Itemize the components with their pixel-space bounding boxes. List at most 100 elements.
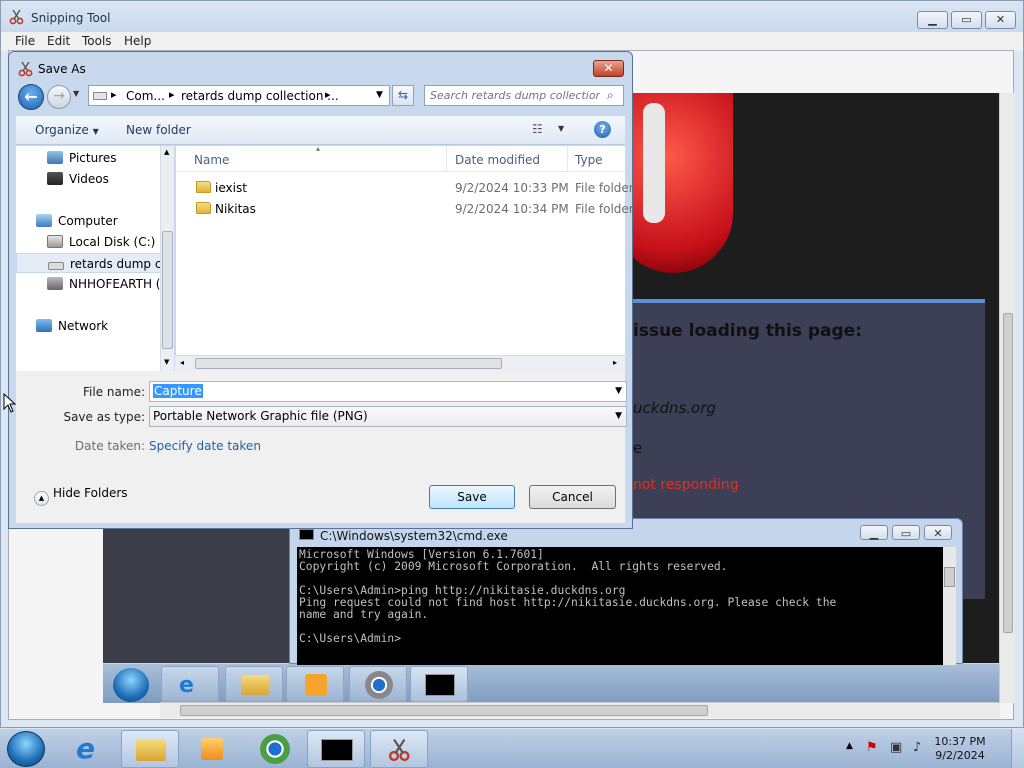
nav-item-nhhofearth[interactable]: NHHOFEARTH (I: [16, 274, 166, 294]
file-name-value: Capture: [153, 384, 203, 398]
cmd-window[interactable]: C:\Windows\system32\cmd.exe ▁ ▭ ✕ Micros…: [289, 518, 963, 665]
videos-icon: [47, 172, 63, 185]
column-type[interactable]: Type: [575, 153, 603, 167]
nav-label: Network: [58, 319, 109, 333]
system-clock[interactable]: 10:37 PM 9/2/2024: [930, 735, 990, 763]
file-row[interactable]: iexist 9/2/2024 10:33 PM File folder: [176, 178, 634, 198]
save-as-type-select[interactable]: Portable Network Graphic file (PNG) ▼: [149, 406, 627, 427]
breadcrumb-folder[interactable]: retards dump collection ...: [181, 89, 339, 103]
nav-label: Pictures: [69, 151, 117, 165]
local-disk-icon: [47, 235, 63, 248]
back-button[interactable]: ←: [18, 84, 44, 110]
specify-date-taken-link[interactable]: Specify date taken: [149, 439, 261, 453]
file-list-hscroll-thumb[interactable]: [195, 358, 502, 369]
snipping-tool-titlebar[interactable]: Snipping Tool ▁ ▭ ✕: [1, 1, 1023, 33]
chevron-down-icon: ▼: [615, 411, 622, 421]
maximize-icon: ▭: [961, 13, 972, 26]
maximize-button[interactable]: ▭: [951, 11, 982, 29]
snip-hscroll-thumb[interactable]: [180, 705, 708, 716]
nav-item-local-disk[interactable]: Local Disk (C:): [16, 232, 166, 252]
snip-vscroll-thumb[interactable]: [1003, 313, 1013, 633]
file-name-label: File name:: [83, 385, 145, 399]
menu-tools[interactable]: Tools: [82, 34, 112, 48]
nav-item-network[interactable]: Network: [16, 316, 166, 336]
save-button[interactable]: Save: [429, 485, 515, 509]
view-chevron-down-icon[interactable]: ▼: [558, 124, 564, 133]
cancel-button[interactable]: Cancel: [529, 485, 616, 509]
nav-item-retards-dump-collection[interactable]: retards dump collection: [16, 253, 167, 273]
maximize-icon: ▭: [900, 527, 912, 540]
recent-locations-chevron-icon[interactable]: ▼: [73, 89, 79, 98]
breadcrumb-separator-icon: ▸: [325, 88, 331, 101]
taskbar-cmd[interactable]: [307, 730, 365, 768]
cmd-close-button[interactable]: ✕: [924, 525, 952, 540]
show-hidden-icons-chevron-icon[interactable]: ▲: [846, 741, 853, 751]
minimize-button[interactable]: ▁: [917, 11, 948, 29]
breadcrumb-separator-icon: ▸: [111, 88, 117, 101]
snip-vertical-scrollbar[interactable]: [999, 93, 1015, 703]
file-row[interactable]: Nikitas 9/2/2024 10:34 PM File folder: [176, 199, 634, 219]
cmd-minimize-button[interactable]: ▁: [860, 525, 888, 540]
breadcrumb-computer[interactable]: Com...: [126, 89, 165, 103]
menu-file[interactable]: File: [15, 34, 35, 48]
address-dropdown-icon[interactable]: ▼: [376, 90, 383, 100]
column-name[interactable]: Name: [194, 153, 229, 167]
captured-start-orb-icon: [113, 668, 149, 702]
clock-time: 10:37 PM: [934, 735, 986, 748]
nav-scroll-thumb[interactable]: [162, 231, 173, 349]
computer-icon: [36, 214, 52, 227]
forward-button[interactable]: →: [47, 85, 71, 109]
taskbar-media-player[interactable]: [183, 730, 241, 768]
view-options-icon[interactable]: ☷: [532, 122, 543, 136]
start-button[interactable]: [7, 731, 45, 767]
search-box[interactable]: ⌕: [424, 85, 624, 106]
cmd-scrollbar[interactable]: [943, 547, 956, 665]
save-as-close-button[interactable]: ✕: [593, 60, 624, 77]
scroll-down-icon[interactable]: ▼: [164, 358, 169, 366]
drive-icon: [48, 262, 64, 270]
scissors-icon: [9, 9, 25, 25]
cmd-maximize-button[interactable]: ▭: [892, 525, 920, 540]
network-status-icon[interactable]: ▣: [890, 740, 902, 755]
file-list-horizontal-scrollbar[interactable]: ◂ ▸: [175, 355, 625, 371]
close-button[interactable]: ✕: [985, 11, 1016, 29]
scroll-left-icon[interactable]: ◂: [180, 358, 184, 367]
folder-icon: [196, 180, 217, 194]
column-date-modified[interactable]: Date modified: [455, 153, 540, 167]
action-center-flag-icon[interactable]: ⚑: [866, 740, 878, 755]
nav-label: Computer: [58, 214, 118, 228]
nav-item-videos[interactable]: Videos: [16, 169, 166, 189]
cmd-title: C:\Windows\system32\cmd.exe: [320, 529, 508, 543]
save-as-type-value: Portable Network Graphic file (PNG): [153, 409, 368, 423]
taskbar-snipping-tool[interactable]: [370, 730, 428, 768]
cmd-scroll-thumb[interactable]: [944, 567, 955, 587]
back-arrow-icon: ←: [24, 87, 38, 106]
show-desktop-button[interactable]: [1011, 729, 1024, 768]
file-name-field[interactable]: Capture ▼: [149, 381, 627, 402]
address-bar[interactable]: ▸ Com... ▸ retards dump collection ... ▸…: [88, 85, 390, 106]
refresh-button[interactable]: ⇆: [392, 85, 414, 106]
menu-help[interactable]: Help: [124, 34, 151, 48]
taskbar-internet-explorer[interactable]: e: [60, 730, 118, 768]
help-icon[interactable]: ?: [594, 121, 611, 138]
nav-item-computer[interactable]: Computer: [16, 211, 166, 231]
scroll-right-icon[interactable]: ▸: [613, 358, 617, 367]
search-input[interactable]: [430, 86, 600, 104]
taskbar-chrome[interactable]: [246, 730, 304, 768]
cmd-console-output[interactable]: Microsoft Windows [Version 6.1.7601] Copy…: [297, 547, 943, 665]
new-folder-button[interactable]: New folder: [126, 123, 191, 137]
snip-horizontal-scrollbar[interactable]: [160, 702, 1000, 718]
nav-item-pictures[interactable]: Pictures: [16, 148, 166, 168]
navigation-pane-scrollbar[interactable]: ▲ ▼: [160, 146, 174, 371]
chevron-down-icon[interactable]: ▼: [615, 382, 622, 401]
taskbar-windows-explorer[interactable]: [121, 730, 179, 768]
scroll-up-icon[interactable]: ▲: [164, 148, 169, 156]
save-options-panel: File name: Capture ▼ Save as type: Porta…: [16, 371, 627, 523]
scissors-icon: [18, 61, 34, 77]
hide-folders-label: Hide Folders: [53, 486, 128, 500]
organize-button[interactable]: Organize ▼: [35, 123, 99, 137]
volume-icon[interactable]: ♪: [913, 740, 921, 755]
hide-folders-button[interactable]: ▲ Hide Folders: [34, 486, 128, 506]
menu-edit[interactable]: Edit: [47, 34, 70, 48]
column-divider: [446, 146, 447, 172]
